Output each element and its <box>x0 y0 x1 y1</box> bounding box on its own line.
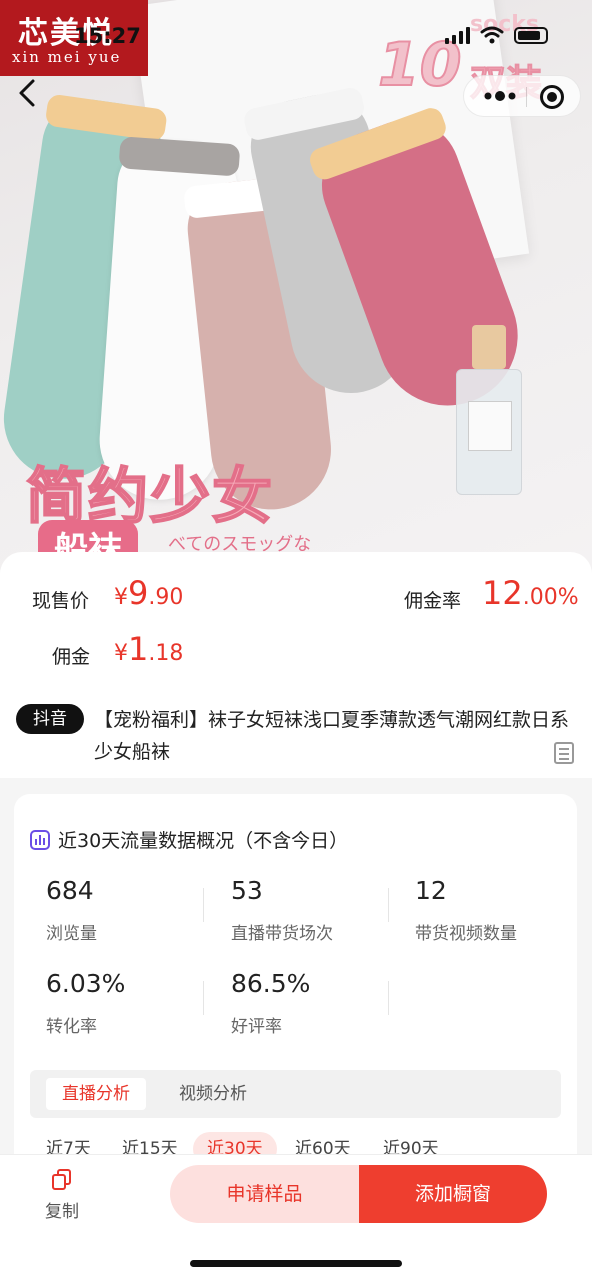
status-icons <box>445 26 548 44</box>
commission-rate-label: 佣金率 <box>404 590 462 612</box>
brand-name-en: xin mei yue <box>12 48 122 66</box>
traffic-overview-card: 近30天流量数据概况（不含今日） 684 浏览量 53 直播带货场次 12 带货… <box>14 794 577 1194</box>
apply-sample-button[interactable]: 申请样品 <box>170 1165 359 1223</box>
tab-video-analysis[interactable]: 视频分析 <box>163 1078 263 1110</box>
stat-value: 6.03% <box>46 969 126 998</box>
stat-label: 转化率 <box>46 1017 97 1037</box>
current-price-label: 现售价 <box>32 590 90 612</box>
commission-value: ¥1.18 <box>114 630 184 668</box>
close-miniprogram-icon[interactable] <box>540 85 564 109</box>
traffic-header: 近30天流量数据概况（不含今日） <box>30 826 348 853</box>
current-price-value: ¥9.90 <box>114 574 184 612</box>
copy-label: 复制 <box>45 1202 79 1222</box>
home-indicator[interactable] <box>190 1260 402 1267</box>
perfume-bottle <box>456 325 522 495</box>
stat-label: 带货视频数量 <box>415 924 517 944</box>
stat-value: 86.5% <box>231 969 311 998</box>
battery-icon <box>514 26 548 44</box>
platform-badge: 抖音 <box>16 704 84 734</box>
stat-divider <box>388 888 389 922</box>
document-icon[interactable] <box>554 742 574 764</box>
add-to-showcase-button[interactable]: 添加橱窗 <box>359 1165 547 1223</box>
stat-conversion: 6.03% 转化率 <box>46 969 216 1037</box>
analysis-tabs: 直播分析 视频分析 <box>30 1070 561 1118</box>
capsule-divider <box>526 87 527 107</box>
stat-label: 直播带货场次 <box>231 924 333 944</box>
more-menu-button[interactable] <box>482 84 518 108</box>
more-dots-icon <box>484 91 516 101</box>
stat-divider <box>203 981 204 1015</box>
stat-value: 53 <box>231 876 263 905</box>
tab-live-analysis[interactable]: 直播分析 <box>46 1078 146 1110</box>
stat-divider <box>203 888 204 922</box>
copy-button[interactable]: 复制 <box>34 1167 90 1227</box>
miniprogram-capsule <box>463 75 581 117</box>
copy-icon <box>52 1169 72 1191</box>
stat-label: 好评率 <box>231 1017 282 1037</box>
back-button[interactable] <box>16 78 48 114</box>
stat-positive-rate: 86.5% 好评率 <box>231 969 401 1037</box>
commission-label: 佣金 <box>52 646 91 668</box>
status-time: 15:27 <box>74 24 141 48</box>
stat-value: 684 <box>46 876 94 905</box>
stat-divider <box>388 981 389 1015</box>
stat-value: 12 <box>415 876 447 905</box>
signal-icon <box>445 26 470 44</box>
stat-videos: 12 带货视频数量 <box>415 876 585 944</box>
stat-views: 684 浏览量 <box>46 876 216 944</box>
product-title: 【宠粉福利】袜子女短袜浅口夏季薄款透气潮网红款日系少女船袜 <box>94 709 570 763</box>
product-detail-page: socks 10 双装 简约少女 船袜 べてのスモッグな 芯美悦 xin mei… <box>0 0 592 1280</box>
traffic-title: 近30天流量数据概况（不含今日） <box>58 830 349 852</box>
bar-chart-icon <box>30 829 50 850</box>
stat-live-sessions: 53 直播带货场次 <box>231 876 401 944</box>
wifi-icon <box>480 26 504 44</box>
commission-rate-value: 12.00% <box>482 574 579 612</box>
chevron-left-icon <box>19 79 35 107</box>
stat-label: 浏览量 <box>46 924 97 944</box>
